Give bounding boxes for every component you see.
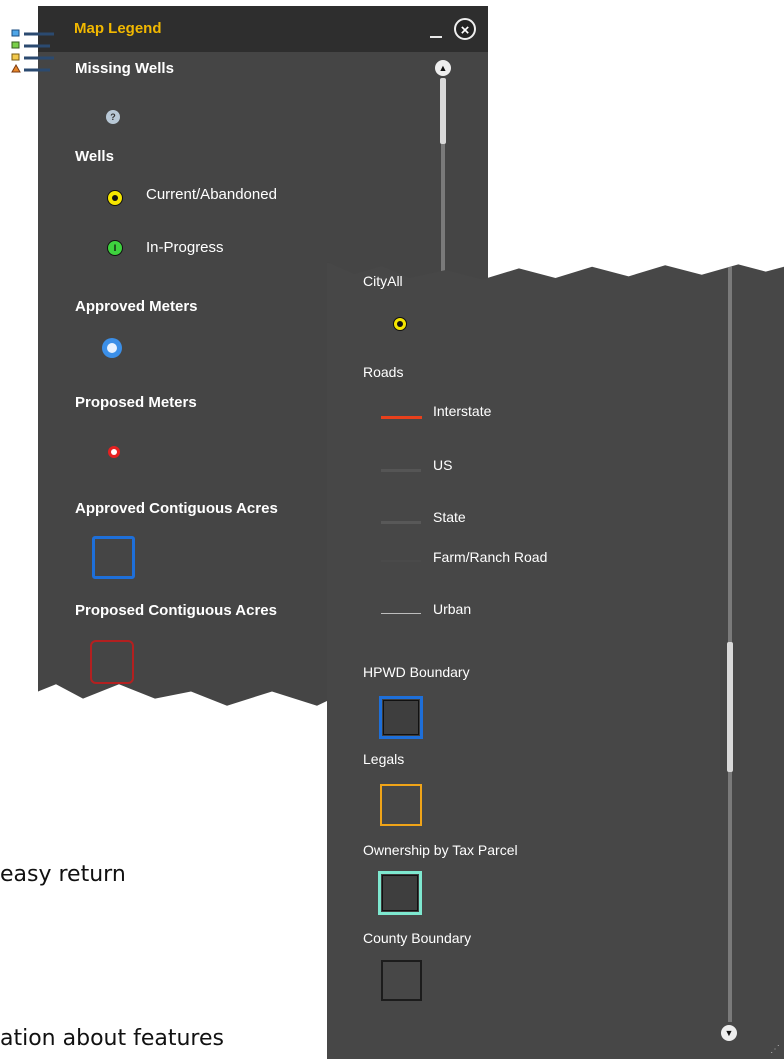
county-boundary-swatch (381, 960, 422, 1001)
roads-label: Roads (363, 364, 404, 380)
interstate-label: Interstate (433, 403, 492, 419)
cityall-label: CityAll (363, 273, 403, 289)
section-missing-wells: Missing Wells (75, 60, 174, 77)
section-approved-contiguous-acres: Approved Contiguous Acres (75, 500, 278, 517)
hpwd-boundary-swatch (379, 696, 423, 739)
missing-well-icon: ? (106, 110, 120, 124)
proposed-meter-icon (108, 446, 120, 458)
urban-label: Urban (433, 601, 472, 617)
scrollbar-thumb-b[interactable] (727, 642, 733, 772)
urban-line-icon (381, 613, 421, 614)
current-abandoned-label: Current/Abandoned (146, 186, 277, 203)
in-progress-label: In-Progress (146, 239, 224, 256)
section-wells: Wells (75, 148, 114, 165)
legals-label: Legals (363, 751, 405, 767)
farm-ranch-line-icon (381, 560, 421, 562)
scroll-up-button[interactable]: ▲ (435, 60, 451, 76)
approved-acres-swatch (92, 536, 135, 579)
scroll-down-button[interactable]: ▼ (721, 1025, 737, 1041)
scrollbar-thumb[interactable] (440, 78, 446, 144)
approved-meter-icon (102, 338, 122, 358)
proposed-acres-swatch (90, 640, 134, 684)
in-progress-well-icon: I (107, 240, 123, 256)
legals-swatch (380, 784, 422, 826)
background-text-line2: ation about features (0, 1026, 224, 1051)
layer-list-icon[interactable] (10, 28, 60, 80)
hpwd-boundary-label: HPWD Boundary (363, 664, 470, 680)
current-well-icon (107, 190, 123, 206)
ownership-swatch (378, 871, 422, 915)
state-road-line-icon (381, 521, 421, 524)
us-road-line-icon (381, 469, 421, 472)
state-label: State (433, 509, 466, 525)
resize-grip-icon[interactable]: ⋰ (770, 1044, 780, 1055)
farm-ranch-label: Farm/Ranch Road (433, 549, 548, 565)
minimize-button[interactable] (430, 36, 442, 38)
cityall-icon (393, 317, 407, 331)
county-boundary-label: County Boundary (363, 930, 472, 946)
close-button[interactable]: × (454, 18, 476, 40)
legend-title: Map Legend (74, 20, 162, 37)
us-label: US (433, 457, 453, 473)
section-approved-meters: Approved Meters (75, 298, 198, 315)
layer-legend-panel: ▼ ⋰ CityAll Roads Interstate US State Fa… (327, 262, 784, 1059)
ownership-label: Ownership by Tax Parcel (363, 842, 518, 858)
interstate-line-icon (381, 416, 422, 419)
section-proposed-meters: Proposed Meters (75, 394, 197, 411)
section-proposed-contiguous-acres: Proposed Contiguous Acres (75, 602, 277, 619)
background-text-line1: easy return (0, 862, 126, 887)
